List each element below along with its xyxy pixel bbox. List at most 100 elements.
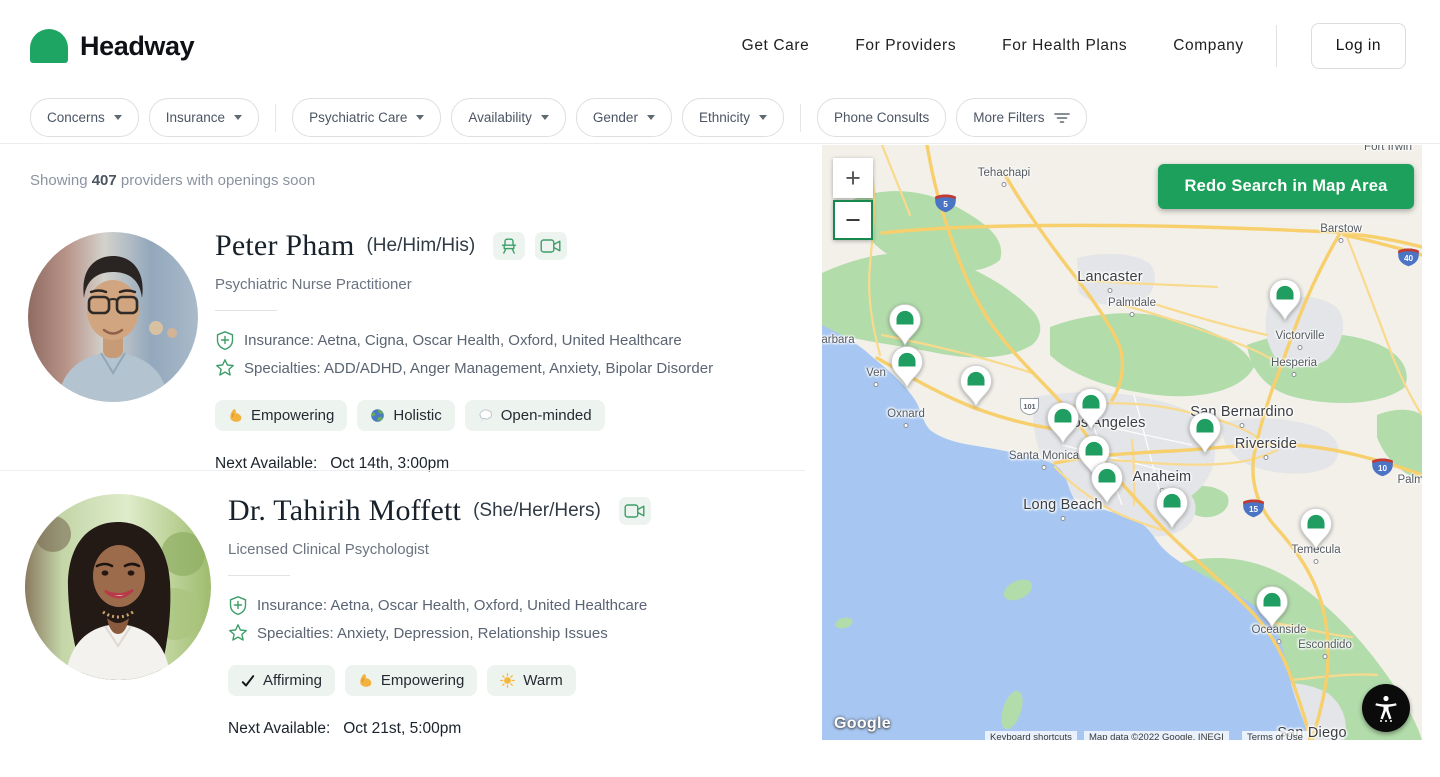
provider-map-pin[interactable]	[1090, 461, 1124, 510]
insurance-row: Insurance: Aetna, Cigna, Oscar Health, O…	[215, 330, 713, 351]
sun-icon	[500, 673, 515, 688]
zoom-in-button[interactable]: +	[833, 158, 873, 198]
filter-concerns[interactable]: Concerns	[30, 98, 139, 137]
badge-label: Empowering	[251, 407, 334, 424]
filter-availability[interactable]: Availability	[451, 98, 566, 137]
nav-divider	[1276, 25, 1277, 67]
results-prefix: Showing	[30, 172, 88, 189]
main-nav: Get Care For Providers For Health Plans Com…	[742, 0, 1406, 92]
muscle-icon	[228, 408, 243, 423]
badge-empowering: Empowering	[345, 665, 477, 696]
filter-divider	[275, 104, 276, 132]
map-label-santa-monica: Santa Monica	[1009, 450, 1079, 462]
map-label-lancaster: Lancaster	[1077, 269, 1142, 285]
map[interactable]: Fort IrwinTehachapiBarstowLancasterPalmd…	[822, 145, 1422, 740]
provider-title: Licensed Clinical Psychologist	[228, 541, 651, 558]
badge-open-minded: Open-minded	[465, 400, 605, 431]
provider-name-row: Dr. Tahirih Moffett(She/Her/Hers)	[228, 494, 651, 528]
map-label-dot	[1130, 312, 1135, 317]
map-label-dot	[1298, 345, 1303, 350]
map-zoom-controls: + −	[833, 158, 873, 240]
svg-text:101: 101	[1023, 402, 1035, 411]
filter-label: Insurance	[166, 110, 225, 125]
filter-bar: Concerns Insurance Psychiatric Care Availab…	[0, 92, 1440, 144]
provider-name: Dr. Tahirih Moffett	[228, 494, 461, 528]
attribution-keyboard-shortcuts[interactable]: Keyboard shortcuts	[985, 731, 1077, 740]
trait-badges: Empowering Holistic Open-minded	[215, 400, 713, 431]
chevron-down-icon	[541, 115, 549, 120]
muscle-icon	[358, 673, 373, 688]
provider-map-pin[interactable]	[1299, 507, 1333, 556]
provider-map-pin[interactable]	[959, 364, 993, 413]
next-available-label: Next Available:	[228, 720, 330, 738]
filter-lines-icon	[1054, 112, 1070, 124]
interstate-shield-40: 40	[1396, 246, 1421, 272]
session-type-chips	[493, 232, 567, 260]
nav-item-company[interactable]: Company	[1173, 37, 1244, 55]
map-label-dot	[1061, 516, 1066, 521]
provider-map-pin[interactable]	[890, 345, 924, 394]
google-logo[interactable]: Google	[834, 715, 891, 733]
card-divider	[0, 470, 805, 471]
attribution-terms-of-use[interactable]: Terms of Use	[1242, 731, 1308, 740]
accessibility-button[interactable]	[1362, 684, 1410, 732]
filter-label: Phone Consults	[834, 110, 929, 125]
headway-logo-icon	[30, 29, 68, 63]
trait-badges: Affirming Empowering Warm	[228, 665, 651, 696]
badge-empowering: Empowering	[215, 400, 347, 431]
map-label-anaheim: Anaheim	[1133, 469, 1192, 485]
svg-text:5: 5	[943, 200, 948, 209]
star-icon	[215, 358, 235, 378]
login-button[interactable]: Log in	[1311, 23, 1406, 69]
badge-warm: Warm	[487, 665, 575, 696]
nav-item-get-care[interactable]: Get Care	[742, 37, 810, 55]
filter-ethnicity[interactable]: Ethnicity	[682, 98, 784, 137]
map-label-tehachapi: Tehachapi	[978, 167, 1030, 179]
map-label-fort-irwin: Fort Irwin	[1364, 145, 1412, 153]
provider-map-pin[interactable]	[1268, 278, 1302, 327]
filter-gender[interactable]: Gender	[576, 98, 672, 137]
globe-icon	[370, 408, 385, 423]
specialties-row: Specialties: ADD/ADHD, Anger Management,…	[215, 358, 713, 378]
title-divider	[228, 575, 290, 576]
zoom-out-button[interactable]: −	[833, 200, 873, 240]
page: Headway Get Care For Providers For Health …	[0, 0, 1440, 777]
us-route-shield-101: 101	[1018, 397, 1041, 421]
svg-text:40: 40	[1404, 254, 1414, 263]
filter-divider	[800, 104, 801, 132]
provider-map-pin[interactable]	[1155, 486, 1189, 535]
filter-phone-consults[interactable]: Phone Consults	[817, 98, 946, 137]
provider-map-pin[interactable]	[1188, 411, 1222, 460]
map-label-dot	[1264, 455, 1269, 460]
redo-search-button[interactable]: Redo Search in Map Area	[1158, 164, 1414, 209]
provider-content: Peter Pham(He/Him/His)Psychiatric Nurse …	[215, 225, 713, 473]
badge-label: Affirming	[263, 672, 322, 689]
map-label-ven: Ven	[866, 367, 886, 379]
svg-text:10: 10	[1378, 464, 1388, 473]
provider-card[interactable]: Dr. Tahirih Moffett(She/Her/Hers) License…	[0, 490, 805, 740]
insurance-text: Insurance: Aetna, Cigna, Oscar Health, O…	[244, 332, 682, 349]
shield-plus-icon	[228, 595, 248, 616]
svg-text:15: 15	[1249, 505, 1259, 514]
filter-label: Ethnicity	[699, 110, 750, 125]
filter-insurance[interactable]: Insurance	[149, 98, 259, 137]
brand[interactable]: Headway	[30, 0, 194, 92]
map-label-dot	[1240, 423, 1245, 428]
map-label-palm-s: Palm S	[1397, 474, 1422, 486]
filter-more-filters[interactable]: More Filters	[956, 98, 1086, 137]
video-icon	[535, 232, 567, 260]
map-label-dot	[1323, 654, 1328, 659]
badge-holistic: Holistic	[357, 400, 454, 431]
nav-item-for-health-plans[interactable]: For Health Plans	[1002, 37, 1127, 55]
map-label-dot	[1002, 182, 1007, 187]
filter-psychiatric-care[interactable]: Psychiatric Care	[292, 98, 441, 137]
nav-item-for-providers[interactable]: For Providers	[855, 37, 956, 55]
provider-card[interactable]: Peter Pham(He/Him/His)Psychiatric Nurse …	[0, 225, 805, 470]
thought-icon	[478, 408, 493, 423]
provider-map-pin[interactable]	[1255, 585, 1289, 634]
accessibility-icon	[1373, 694, 1399, 722]
badge-label: Empowering	[381, 672, 464, 689]
provider-pronouns: (He/Him/His)	[366, 235, 475, 257]
map-label-oxnard: Oxnard	[887, 408, 925, 420]
provider-map-pin[interactable]	[1046, 401, 1080, 450]
